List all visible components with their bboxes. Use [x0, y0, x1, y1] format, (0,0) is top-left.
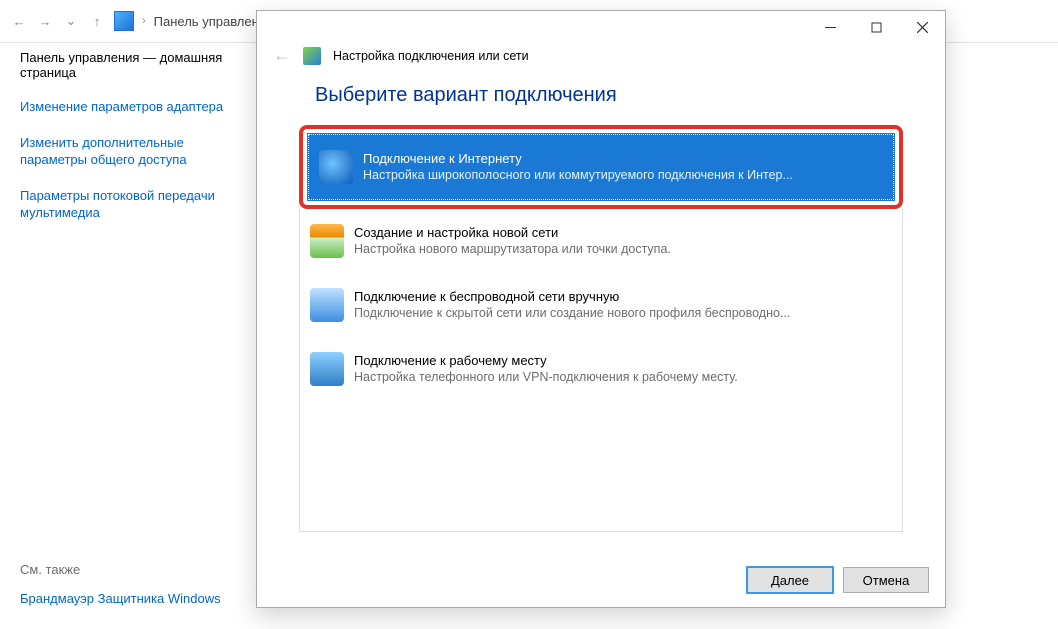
sidebar-link-sharing[interactable]: Изменить дополнительные параметры общего… — [20, 134, 230, 169]
nav-back-icon[interactable]: ← — [10, 14, 28, 29]
network-setup-icon — [303, 47, 321, 65]
dialog-buttons: Далее Отмена — [747, 567, 929, 593]
option-desc: Настройка телефонного или VPN-подключени… — [354, 369, 738, 386]
nav-forward-icon[interactable]: → — [36, 14, 54, 29]
minimize-button[interactable] — [807, 11, 853, 43]
nav-up-icon[interactable]: ↑ — [88, 14, 106, 29]
option-new-network[interactable]: Создание и настройка новой сетиНастройка… — [300, 209, 902, 273]
see-also-header: См. также — [20, 562, 230, 577]
option-new-network-icon — [310, 224, 344, 258]
titlebar — [257, 11, 945, 43]
chevron-right-icon: › — [142, 15, 146, 27]
back-arrow-icon[interactable]: ← — [273, 45, 291, 66]
see-also-firewall[interactable]: Брандмауэр Защитника Windows — [20, 591, 221, 606]
close-button[interactable] — [899, 11, 945, 43]
option-internet-icon — [319, 150, 353, 184]
maximize-button[interactable] — [853, 11, 899, 43]
option-workplace-icon — [310, 352, 344, 386]
sidebar-link-streaming[interactable]: Параметры потоковой передачи мультимедиа — [20, 187, 230, 222]
sidebar-link-adapter[interactable]: Изменение параметров адаптера — [20, 98, 230, 116]
nav-recent-icon[interactable]: ⌄ — [62, 13, 80, 29]
main-instruction: Выберите вариант подключения — [257, 80, 945, 125]
cancel-button[interactable]: Отмена — [843, 567, 929, 593]
option-internet[interactable]: Подключение к ИнтернетуНастройка широкоп… — [308, 134, 894, 200]
dialog-header: ← Настройка подключения или сети — [257, 43, 945, 80]
option-title: Подключение к беспроводной сети вручную — [354, 288, 790, 306]
option-title: Создание и настройка новой сети — [354, 224, 671, 242]
option-workplace[interactable]: Подключение к рабочему местуНастройка те… — [300, 337, 902, 401]
option-desc: Настройка широкополосного или коммутируе… — [363, 167, 793, 184]
option-manual-wifi-icon — [310, 288, 344, 322]
option-title: Подключение к Интернету — [363, 150, 793, 168]
option-title: Подключение к рабочему месту — [354, 352, 738, 370]
sidebar: Панель управления — домашняя страница Из… — [20, 50, 230, 222]
dialog-title: Настройка подключения или сети — [333, 49, 529, 63]
option-desc: Настройка нового маршрутизатора или точк… — [354, 241, 671, 258]
next-button[interactable]: Далее — [747, 567, 833, 593]
option-manual-wifi[interactable]: Подключение к беспроводной сети вручнуюП… — [300, 273, 902, 337]
wizard-dialog: ← Настройка подключения или сети Выберит… — [256, 10, 946, 608]
sidebar-home[interactable]: Панель управления — домашняя страница — [20, 50, 230, 80]
option-desc: Подключение к скрытой сети или создание … — [354, 305, 790, 322]
see-also: См. также Брандмауэр Защитника Windows — [20, 562, 230, 606]
control-panel-icon — [114, 11, 134, 31]
